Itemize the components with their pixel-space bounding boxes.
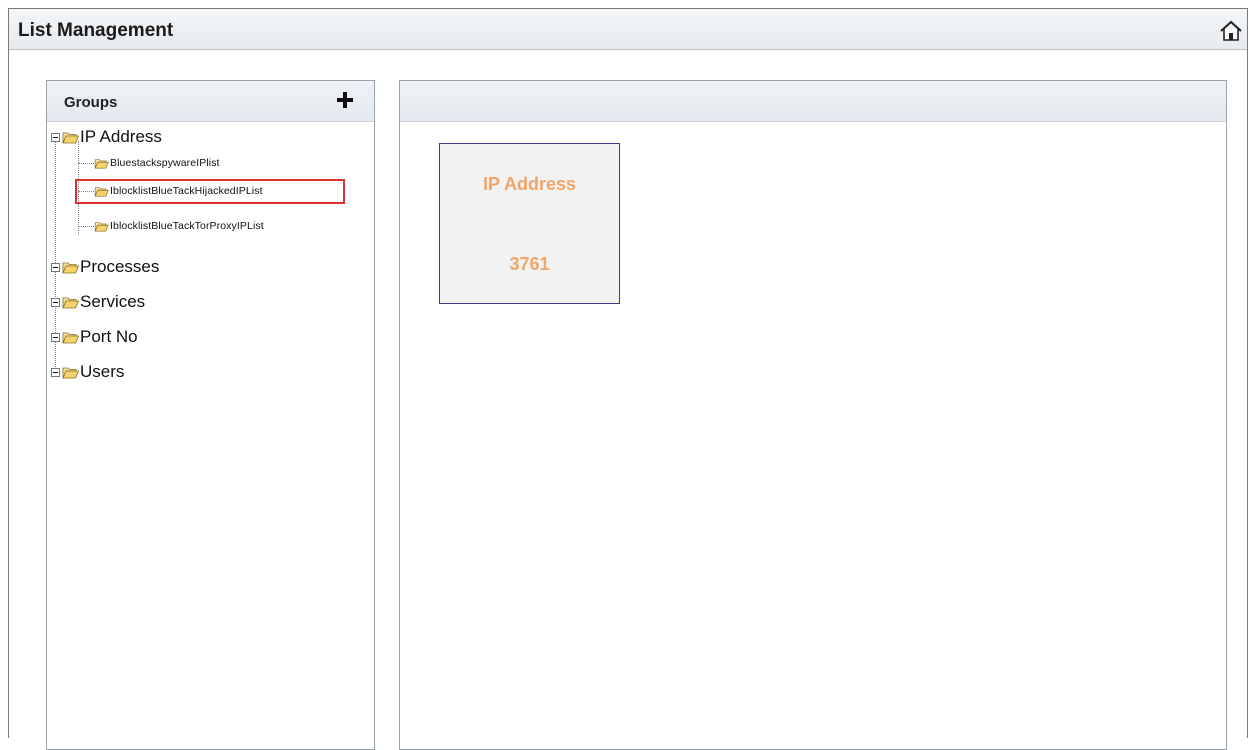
tree-item-label: Services	[80, 292, 146, 311]
group-tile-ip-address[interactable]: IP Address 3761	[439, 143, 620, 304]
folder-open-icon	[62, 297, 79, 308]
home-icon[interactable]	[1219, 20, 1243, 42]
selection-highlight	[75, 179, 345, 204]
tile-title: IP Address	[482, 174, 577, 194]
folder-open-icon	[62, 332, 79, 343]
list-management-window: List Management Groups IP Address Bluest…	[8, 8, 1248, 750]
content-panel: IP Address 3761	[399, 80, 1227, 750]
tree-item-label: Processes	[80, 257, 160, 276]
folder-open-icon	[62, 262, 79, 273]
tree-item-label: Port No	[80, 327, 138, 346]
title-bar: List Management	[9, 9, 1247, 50]
tree-item-bluestackspyware[interactable]: BluestackspywareIPlist	[94, 157, 220, 169]
content-header	[400, 81, 1226, 122]
tree-item-services[interactable]: Services	[51, 292, 145, 312]
folder-open-icon	[94, 221, 109, 231]
collapse-icon[interactable]	[51, 332, 60, 342]
folder-open-icon	[62, 132, 79, 143]
tree-item-label: BluestackspywareIPlist	[110, 157, 220, 169]
collapse-icon[interactable]	[51, 262, 60, 272]
tree-item-label: IblocklistBlueTackTorProxyIPList	[110, 220, 264, 232]
page-title: List Management	[18, 20, 174, 41]
tile-count: 3761	[509, 254, 550, 274]
tree-item-ip-address[interactable]: IP Address	[51, 127, 162, 147]
tree-item-torproxy-iplist[interactable]: IblocklistBlueTackTorProxyIPList	[94, 220, 264, 232]
tree-item-label: IP Address	[80, 127, 162, 146]
tree-item-users[interactable]: Users	[51, 362, 124, 382]
collapse-icon[interactable]	[51, 297, 60, 307]
groups-label: Groups	[64, 94, 118, 111]
tree-item-port-no[interactable]: Port No	[51, 327, 138, 347]
folder-open-icon	[94, 158, 109, 168]
plus-icon[interactable]	[336, 91, 354, 109]
tree-item-label: Users	[80, 362, 125, 381]
folder-open-icon	[62, 367, 79, 378]
groups-panel: Groups IP Address BluestackspywareIPlist…	[46, 80, 375, 750]
tree-item-processes[interactable]: Processes	[51, 257, 159, 277]
groups-header: Groups	[47, 81, 374, 122]
collapse-icon[interactable]	[51, 132, 60, 142]
collapse-icon[interactable]	[51, 367, 60, 377]
